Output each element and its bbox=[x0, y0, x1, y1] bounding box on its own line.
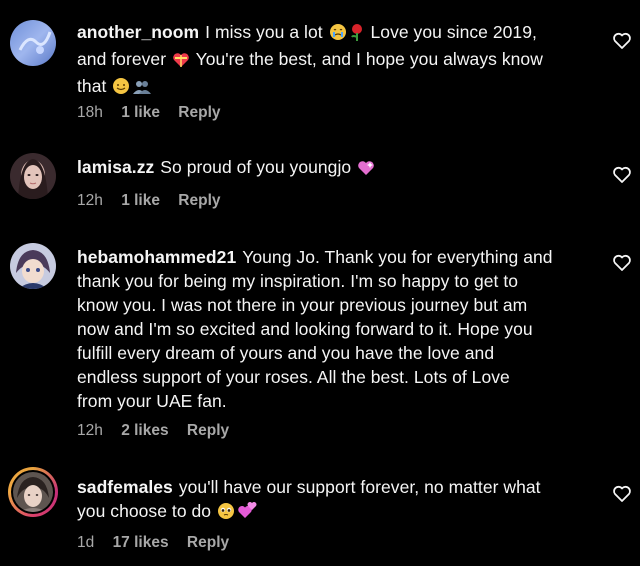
comment-text: another_noom I miss you a lot Love you si… bbox=[77, 20, 597, 101]
username[interactable]: another_noom bbox=[77, 22, 199, 42]
heart-outline-icon[interactable] bbox=[612, 32, 632, 50]
rose-icon bbox=[349, 23, 365, 47]
reply-button[interactable]: Reply bbox=[187, 422, 229, 439]
avatar-image bbox=[13, 472, 53, 512]
avatar[interactable] bbox=[10, 243, 56, 289]
avatar[interactable] bbox=[10, 153, 56, 199]
comment-text: hebamohammed21 Young Jo. Thank you for ev… bbox=[77, 247, 553, 411]
heart-outline-icon[interactable] bbox=[612, 166, 632, 184]
timestamp: 18h bbox=[77, 104, 103, 121]
avatar-image bbox=[10, 20, 56, 66]
revolving-hearts-icon bbox=[237, 502, 257, 526]
pleading-face-icon bbox=[217, 502, 235, 526]
sparkling-heart-icon bbox=[357, 158, 375, 182]
avatar-image bbox=[10, 243, 56, 289]
reply-button[interactable]: Reply bbox=[178, 104, 220, 121]
busts-in-silhouette-icon bbox=[132, 77, 152, 101]
comment-meta: 12h 2 likes Reply bbox=[77, 421, 243, 441]
timestamp: 1d bbox=[77, 534, 95, 551]
comment-meta: 1d 17 likes Reply bbox=[77, 533, 243, 553]
reply-button[interactable]: Reply bbox=[187, 534, 229, 551]
avatar-story-ring[interactable] bbox=[8, 467, 58, 517]
comment-meta: 18h 1 like Reply bbox=[77, 103, 235, 123]
comment-meta: 12h 1 like Reply bbox=[77, 191, 235, 211]
heart-outline-icon[interactable] bbox=[612, 485, 632, 503]
avatar[interactable] bbox=[10, 20, 56, 66]
likes-count[interactable]: 1 like bbox=[121, 192, 160, 209]
likes-count[interactable]: 17 likes bbox=[113, 534, 169, 551]
username[interactable]: lamisa.zz bbox=[77, 157, 154, 177]
hugging-face-icon bbox=[112, 77, 130, 101]
likes-count[interactable]: 1 like bbox=[121, 104, 160, 121]
username[interactable]: sadfemales bbox=[77, 477, 173, 497]
likes-count[interactable]: 2 likes bbox=[121, 422, 168, 439]
avatar-image bbox=[10, 153, 56, 199]
heart-outline-icon[interactable] bbox=[612, 254, 632, 272]
timestamp: 12h bbox=[77, 422, 103, 439]
timestamp: 12h bbox=[77, 192, 103, 209]
crying-face-icon bbox=[329, 23, 347, 47]
reply-button[interactable]: Reply bbox=[178, 192, 220, 209]
comment-text: lamisa.zz So proud of you youngjo bbox=[77, 155, 597, 182]
heart-with-ribbon-icon bbox=[172, 50, 190, 74]
comment-text: sadfemales you'll have our support foreve… bbox=[77, 475, 597, 526]
username[interactable]: hebamohammed21 bbox=[77, 247, 236, 267]
